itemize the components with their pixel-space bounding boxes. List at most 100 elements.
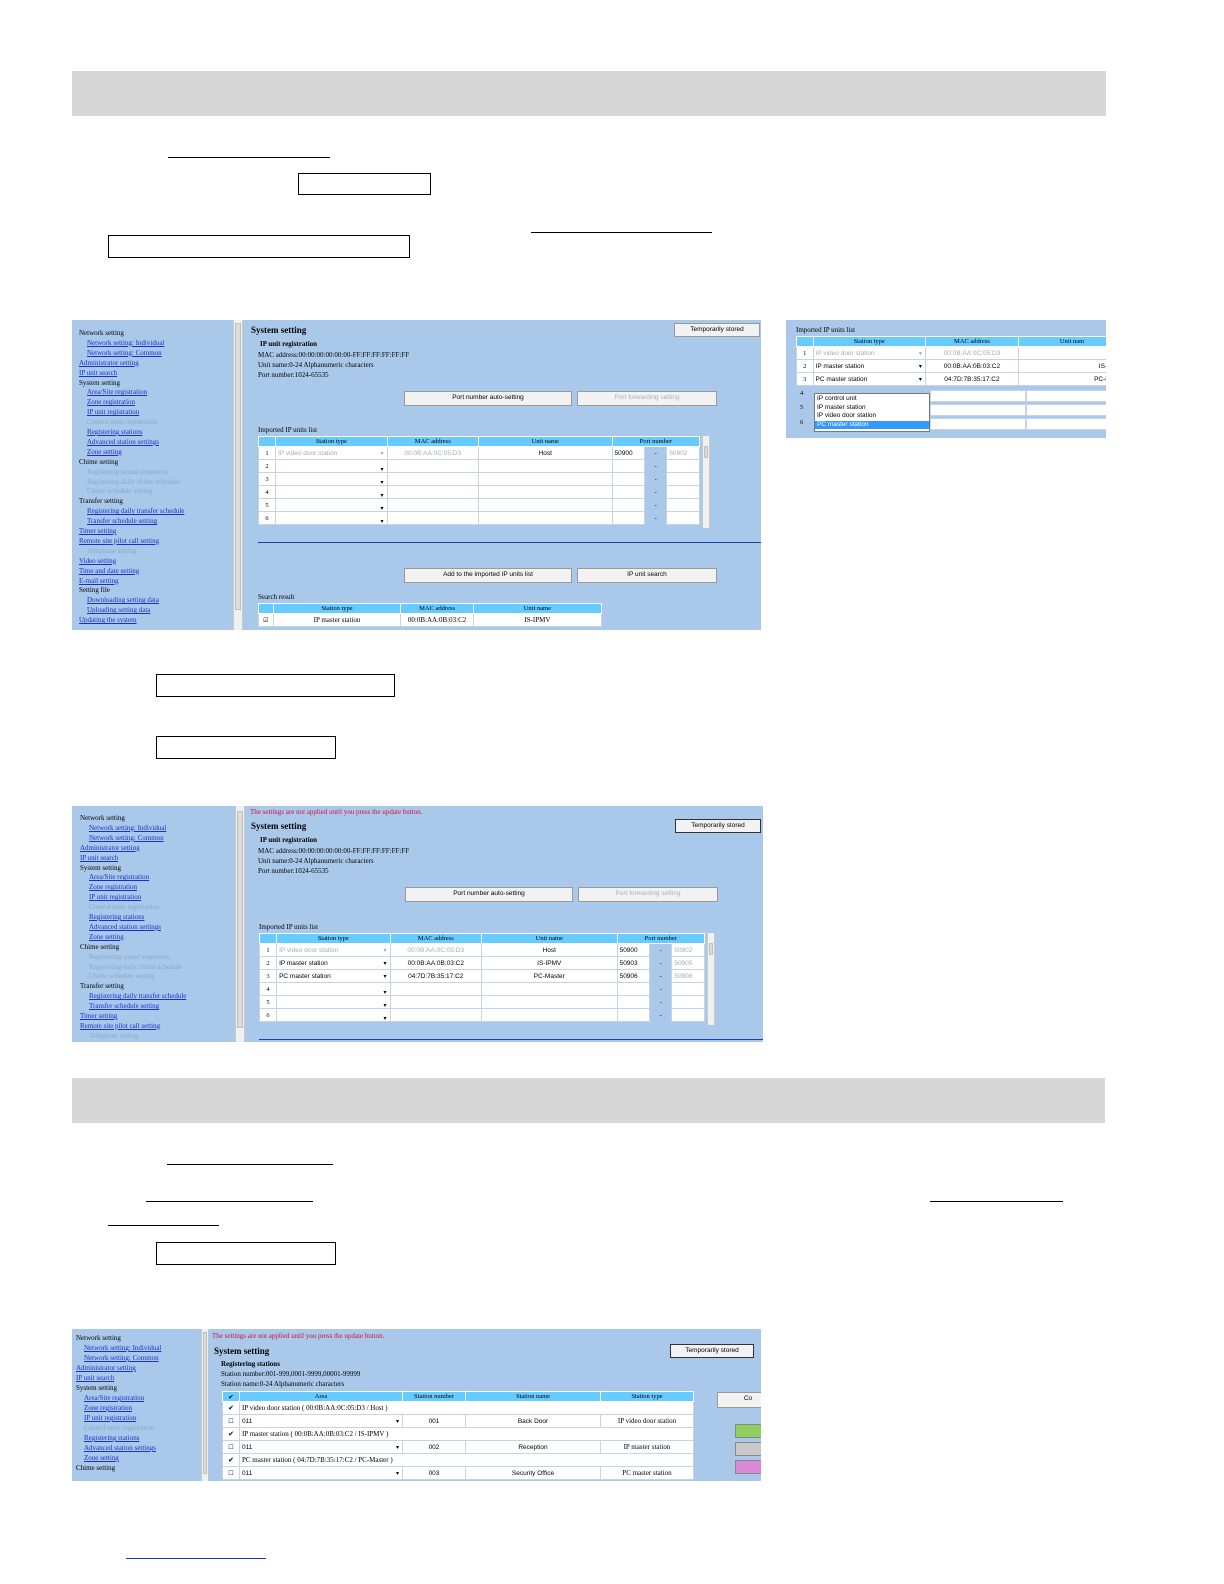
station-type-dropdown-list[interactable]: IP control unit IP master station IP video… [814, 393, 930, 432]
nav-item-19[interactable]: Transfer schedule setting [87, 517, 157, 526]
port-input[interactable]: 50906 [616, 969, 651, 983]
nav-item-24[interactable]: Time and date setting [79, 567, 139, 576]
port-forwarding-button[interactable]: Port forwarding setting [578, 887, 718, 902]
nav-item-18[interactable]: Registering daily transfer schedule [87, 507, 184, 516]
nav-item-11[interactable]: Advanced station settings [84, 1444, 156, 1453]
group-checkbox[interactable]: ✔ [222, 1427, 240, 1441]
nav-item-8[interactable]: IP unit registration [87, 408, 139, 417]
station-type-select[interactable]: IP master station ▾ [812, 359, 926, 373]
nav-item-3[interactable]: Administrator setting [79, 359, 139, 368]
mac-input[interactable]: 04:7D:7B:35:17:C2 [389, 969, 482, 983]
nav-item-1[interactable]: Network setting: Individual [89, 824, 166, 833]
station-name-input[interactable]: Security Office [465, 1466, 601, 1480]
color-swatch[interactable] [735, 1442, 761, 1456]
unit-name-input[interactable] [477, 472, 613, 486]
mac-input[interactable] [386, 459, 479, 473]
nav-scrollbar[interactable] [235, 806, 245, 1042]
group-checkbox[interactable]: ✔ [222, 1401, 240, 1415]
unit-name-input[interactable]: IS-IPMV [480, 956, 618, 970]
nav-item-6[interactable]: Area/Site registration [84, 1394, 144, 1403]
nav-item-10[interactable]: Registering stations [87, 428, 142, 437]
mac-input[interactable] [386, 511, 479, 525]
port-forwarding-button[interactable]: Port forwarding setting [577, 391, 717, 406]
row-checkbox[interactable]: ☐ [222, 1466, 240, 1480]
mac-input[interactable] [389, 982, 482, 996]
nav-item-25[interactable]: E-mail setting [79, 577, 118, 586]
nav-item-27[interactable]: Downloading setting data [87, 596, 159, 605]
station-name-input[interactable]: Reception [465, 1440, 601, 1454]
nav-item-2[interactable]: Network setting: Common [84, 1354, 159, 1363]
nav-scrollbar[interactable] [233, 320, 243, 630]
dropdown-option[interactable]: IP video door station [815, 412, 929, 421]
port-auto-setting-button[interactable]: Port number auto-setting [405, 887, 573, 902]
temporarily-stored-button[interactable]: Temporarily stored [675, 819, 761, 833]
row-checkbox[interactable]: ☐ [222, 1414, 240, 1428]
station-type-select[interactable]: ▾ [275, 472, 388, 486]
checkbox[interactable]: ☑ [258, 613, 274, 627]
ip-unit-search-button[interactable]: IP unit search [577, 568, 717, 583]
unit-name-input[interactable]: Host [480, 943, 618, 957]
nav-item-23[interactable]: Video setting [79, 557, 116, 566]
nav-item-21[interactable]: Remote site pilot call setting [80, 1022, 160, 1031]
station-type-select[interactable]: ▾ [275, 485, 388, 499]
nav-item-7[interactable]: Zone registration [89, 883, 137, 892]
port-auto-setting-button[interactable]: Port number auto-setting [404, 391, 572, 406]
nav-item-29[interactable]: Updating the system [79, 616, 137, 625]
port-input[interactable] [611, 459, 646, 473]
nav-item-18[interactable]: Registering daily transfer schedule [89, 992, 186, 1001]
nav-item-4[interactable]: IP unit search [80, 854, 118, 863]
nav-item-20[interactable]: Timer setting [80, 1012, 117, 1021]
nav-item-6[interactable]: Area/Site registration [87, 388, 147, 397]
nav-item-11[interactable]: Advanced station settings [89, 923, 161, 932]
station-number-input[interactable]: 002 [402, 1440, 466, 1454]
station-type-select[interactable]: PC master station ▾ [276, 969, 391, 983]
mac-input[interactable] [389, 995, 482, 1009]
nav-item-3[interactable]: Administrator setting [76, 1364, 136, 1373]
station-type-select[interactable]: PC master station ▾ [812, 372, 926, 386]
station-type-select[interactable]: IP video door station ▾ [275, 446, 388, 460]
group-checkbox[interactable]: ✔ [222, 1453, 240, 1467]
unit-name-input[interactable] [480, 982, 618, 996]
nav-item-8[interactable]: IP unit registration [84, 1414, 136, 1423]
nav-item-1[interactable]: Network setting: Individual [87, 339, 164, 348]
unit-name-input[interactable] [477, 485, 613, 499]
port-input[interactable]: 50903 [616, 956, 651, 970]
mac-input[interactable] [389, 1008, 482, 1022]
dropdown-option[interactable]: PC master station [815, 420, 929, 429]
nav-item-8[interactable]: IP unit registration [89, 893, 141, 902]
nav-item-10[interactable]: Registering stations [89, 913, 144, 922]
station-name-input[interactable]: Back Door [465, 1414, 601, 1428]
nav-item-20[interactable]: Timer setting [79, 527, 116, 536]
mac-input[interactable]: 00:0B:AA:0B:03:C2 [389, 956, 482, 970]
station-number-input[interactable]: 003 [402, 1466, 466, 1480]
nav-item-2[interactable]: Network setting: Common [89, 834, 164, 843]
nav-item-28[interactable]: Uploading setting data [87, 606, 150, 615]
station-type-select[interactable]: ▾ [276, 995, 391, 1009]
port-input[interactable] [611, 472, 646, 486]
nav-item-21[interactable]: Remote site pilot call setting [79, 537, 159, 546]
table-scrollbar[interactable] [707, 933, 715, 1025]
temporarily-stored-button[interactable]: Temporarily stored [670, 1344, 754, 1358]
nav-item-2[interactable]: Network setting: Common [87, 349, 162, 358]
port-input[interactable]: 50900 [611, 446, 646, 460]
area-select[interactable]: 011 ▾ [239, 1466, 403, 1480]
nav-item-4[interactable]: IP unit search [76, 1374, 114, 1383]
station-type-select[interactable]: ▾ [276, 982, 391, 996]
station-type-select[interactable]: ▾ [275, 498, 388, 512]
unit-name-input[interactable]: Host [477, 446, 613, 460]
unit-name-input[interactable] [477, 511, 613, 525]
color-swatch[interactable] [735, 1424, 761, 1438]
port-input[interactable] [616, 982, 651, 996]
nav-item-7[interactable]: Zone registration [84, 1404, 132, 1413]
nav-item-12[interactable]: Zone setting [89, 933, 124, 942]
add-to-imported-button[interactable]: Add to the imported IP units list [404, 568, 572, 583]
port-input[interactable] [611, 511, 646, 525]
mac-input[interactable] [386, 485, 479, 499]
nav-item-4[interactable]: IP unit search [79, 369, 117, 378]
nav-item-19[interactable]: Transfer schedule setting [89, 1002, 159, 1011]
port-input[interactable] [616, 1008, 651, 1022]
nav-item-7[interactable]: Zone registration [87, 398, 135, 407]
station-type-select[interactable]: IP video door station ▾ [812, 346, 926, 360]
area-select[interactable]: 011 ▾ [239, 1414, 403, 1428]
mac-input[interactable]: 00:0B:AA:0C:05:D3 [386, 446, 479, 460]
